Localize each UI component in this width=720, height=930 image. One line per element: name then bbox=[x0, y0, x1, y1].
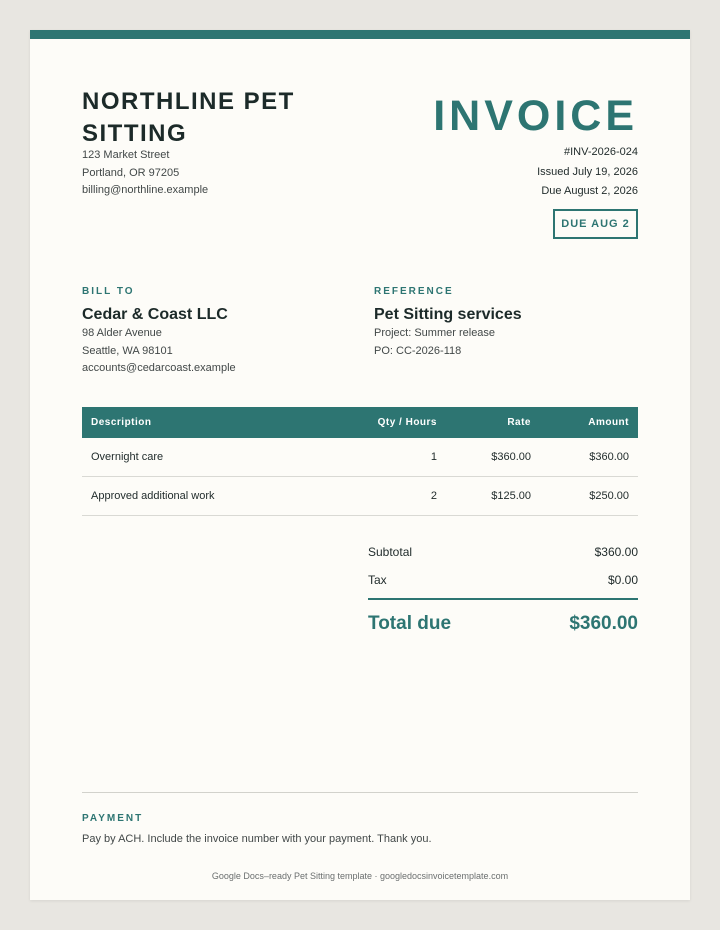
client-street: 98 Alder Avenue bbox=[82, 327, 162, 339]
line-items-table: Description Qty / Hours Rate Amount Over… bbox=[82, 407, 638, 516]
row-rate: $125.00 bbox=[446, 476, 540, 516]
payment-instructions: Pay by ACH. Include the invoice number w… bbox=[82, 833, 432, 845]
table-row: Overnight care 1 $360.00 $360.00 bbox=[82, 438, 638, 477]
row-amount: $360.00 bbox=[540, 438, 638, 477]
reference-section: REFERENCE Pet Sitting services Project: … bbox=[374, 286, 638, 360]
row-description: Approved additional work bbox=[82, 476, 328, 516]
tax-value: $0.00 bbox=[607, 573, 638, 587]
client-city: Seattle, WA 98101 bbox=[82, 344, 173, 357]
bill-to-section: BILL TO Cedar & Coast LLC 98 Alder Avenu… bbox=[82, 286, 362, 378]
header-rate: Rate bbox=[507, 417, 531, 428]
reference-title: Pet Sitting services bbox=[374, 306, 522, 323]
row-qty: 2 bbox=[328, 476, 446, 516]
row-qty: 1 bbox=[328, 438, 446, 477]
tax-row: Tax $0.00 bbox=[368, 570, 638, 598]
row-amount: $250.00 bbox=[540, 476, 638, 516]
company-name: NORTHLINE PET SITTING bbox=[82, 88, 295, 147]
issued-date: Issued July 19, 2026 bbox=[537, 165, 638, 178]
reference-label: REFERENCE bbox=[374, 286, 454, 297]
template-credit: Google Docs–ready Pet Sitting template ·… bbox=[211, 871, 509, 881]
header-qty: Qty / Hours bbox=[377, 417, 437, 428]
totals-divider bbox=[368, 598, 638, 600]
company-address: 123 Market Street Portland, OR 97205 bil… bbox=[82, 147, 208, 200]
total-due-label: Total due bbox=[368, 613, 452, 634]
tax-label: Tax bbox=[368, 573, 387, 587]
header-description: Description bbox=[91, 417, 152, 428]
client-email: accounts@cedarcoast.example bbox=[82, 362, 236, 374]
company-email: billing@northline.example bbox=[82, 184, 209, 196]
due-badge: DUE AUG 2 bbox=[553, 209, 638, 239]
total-due-value: $360.00 bbox=[569, 613, 638, 634]
company-street: 123 Market Street bbox=[82, 149, 170, 161]
reference-po: PO: CC-2026-118 bbox=[374, 344, 462, 357]
total-due-row: Total due $360.00 bbox=[368, 612, 638, 636]
header-amount: Amount bbox=[588, 417, 629, 428]
bill-to-label: BILL TO bbox=[82, 286, 135, 297]
footer-divider bbox=[82, 792, 638, 793]
reference-project: Project: Summer release bbox=[374, 327, 496, 339]
company-city: Portland, OR 97205 bbox=[82, 166, 180, 179]
invoice-page: NORTHLINE PET SITTING 123 Market Street … bbox=[30, 30, 690, 900]
table-row: Approved additional work 2 $125.00 $250.… bbox=[82, 476, 638, 516]
table-header-row: Description Qty / Hours Rate Amount bbox=[82, 407, 638, 438]
payment-section: PAYMENT Pay by ACH. Include the invoice … bbox=[82, 813, 638, 845]
payment-label: PAYMENT bbox=[82, 813, 144, 824]
due-date: Due August 2, 2026 bbox=[541, 185, 638, 197]
invoice-number: #INV-2026-024 bbox=[564, 146, 638, 158]
invoice-title: INVOICE bbox=[433, 92, 638, 140]
row-rate: $360.00 bbox=[446, 438, 540, 477]
totals-section: Subtotal $360.00 Tax $0.00 Total due $36… bbox=[368, 542, 638, 636]
subtotal-value: $360.00 bbox=[594, 545, 638, 559]
invoice-content: NORTHLINE PET SITTING 123 Market Street … bbox=[82, 30, 638, 900]
client-name: Cedar & Coast LLC bbox=[82, 306, 228, 323]
invoice-meta: #INV-2026-024 Issued July 19, 2026 Due A… bbox=[537, 143, 638, 202]
reference-details: Project: Summer release PO: CC-2026-118 bbox=[374, 325, 638, 360]
client-address: 98 Alder Avenue Seattle, WA 98101 accoun… bbox=[82, 325, 362, 378]
subtotal-row: Subtotal $360.00 bbox=[368, 542, 638, 570]
subtotal-label: Subtotal bbox=[368, 545, 413, 559]
row-description: Overnight care bbox=[82, 438, 328, 477]
